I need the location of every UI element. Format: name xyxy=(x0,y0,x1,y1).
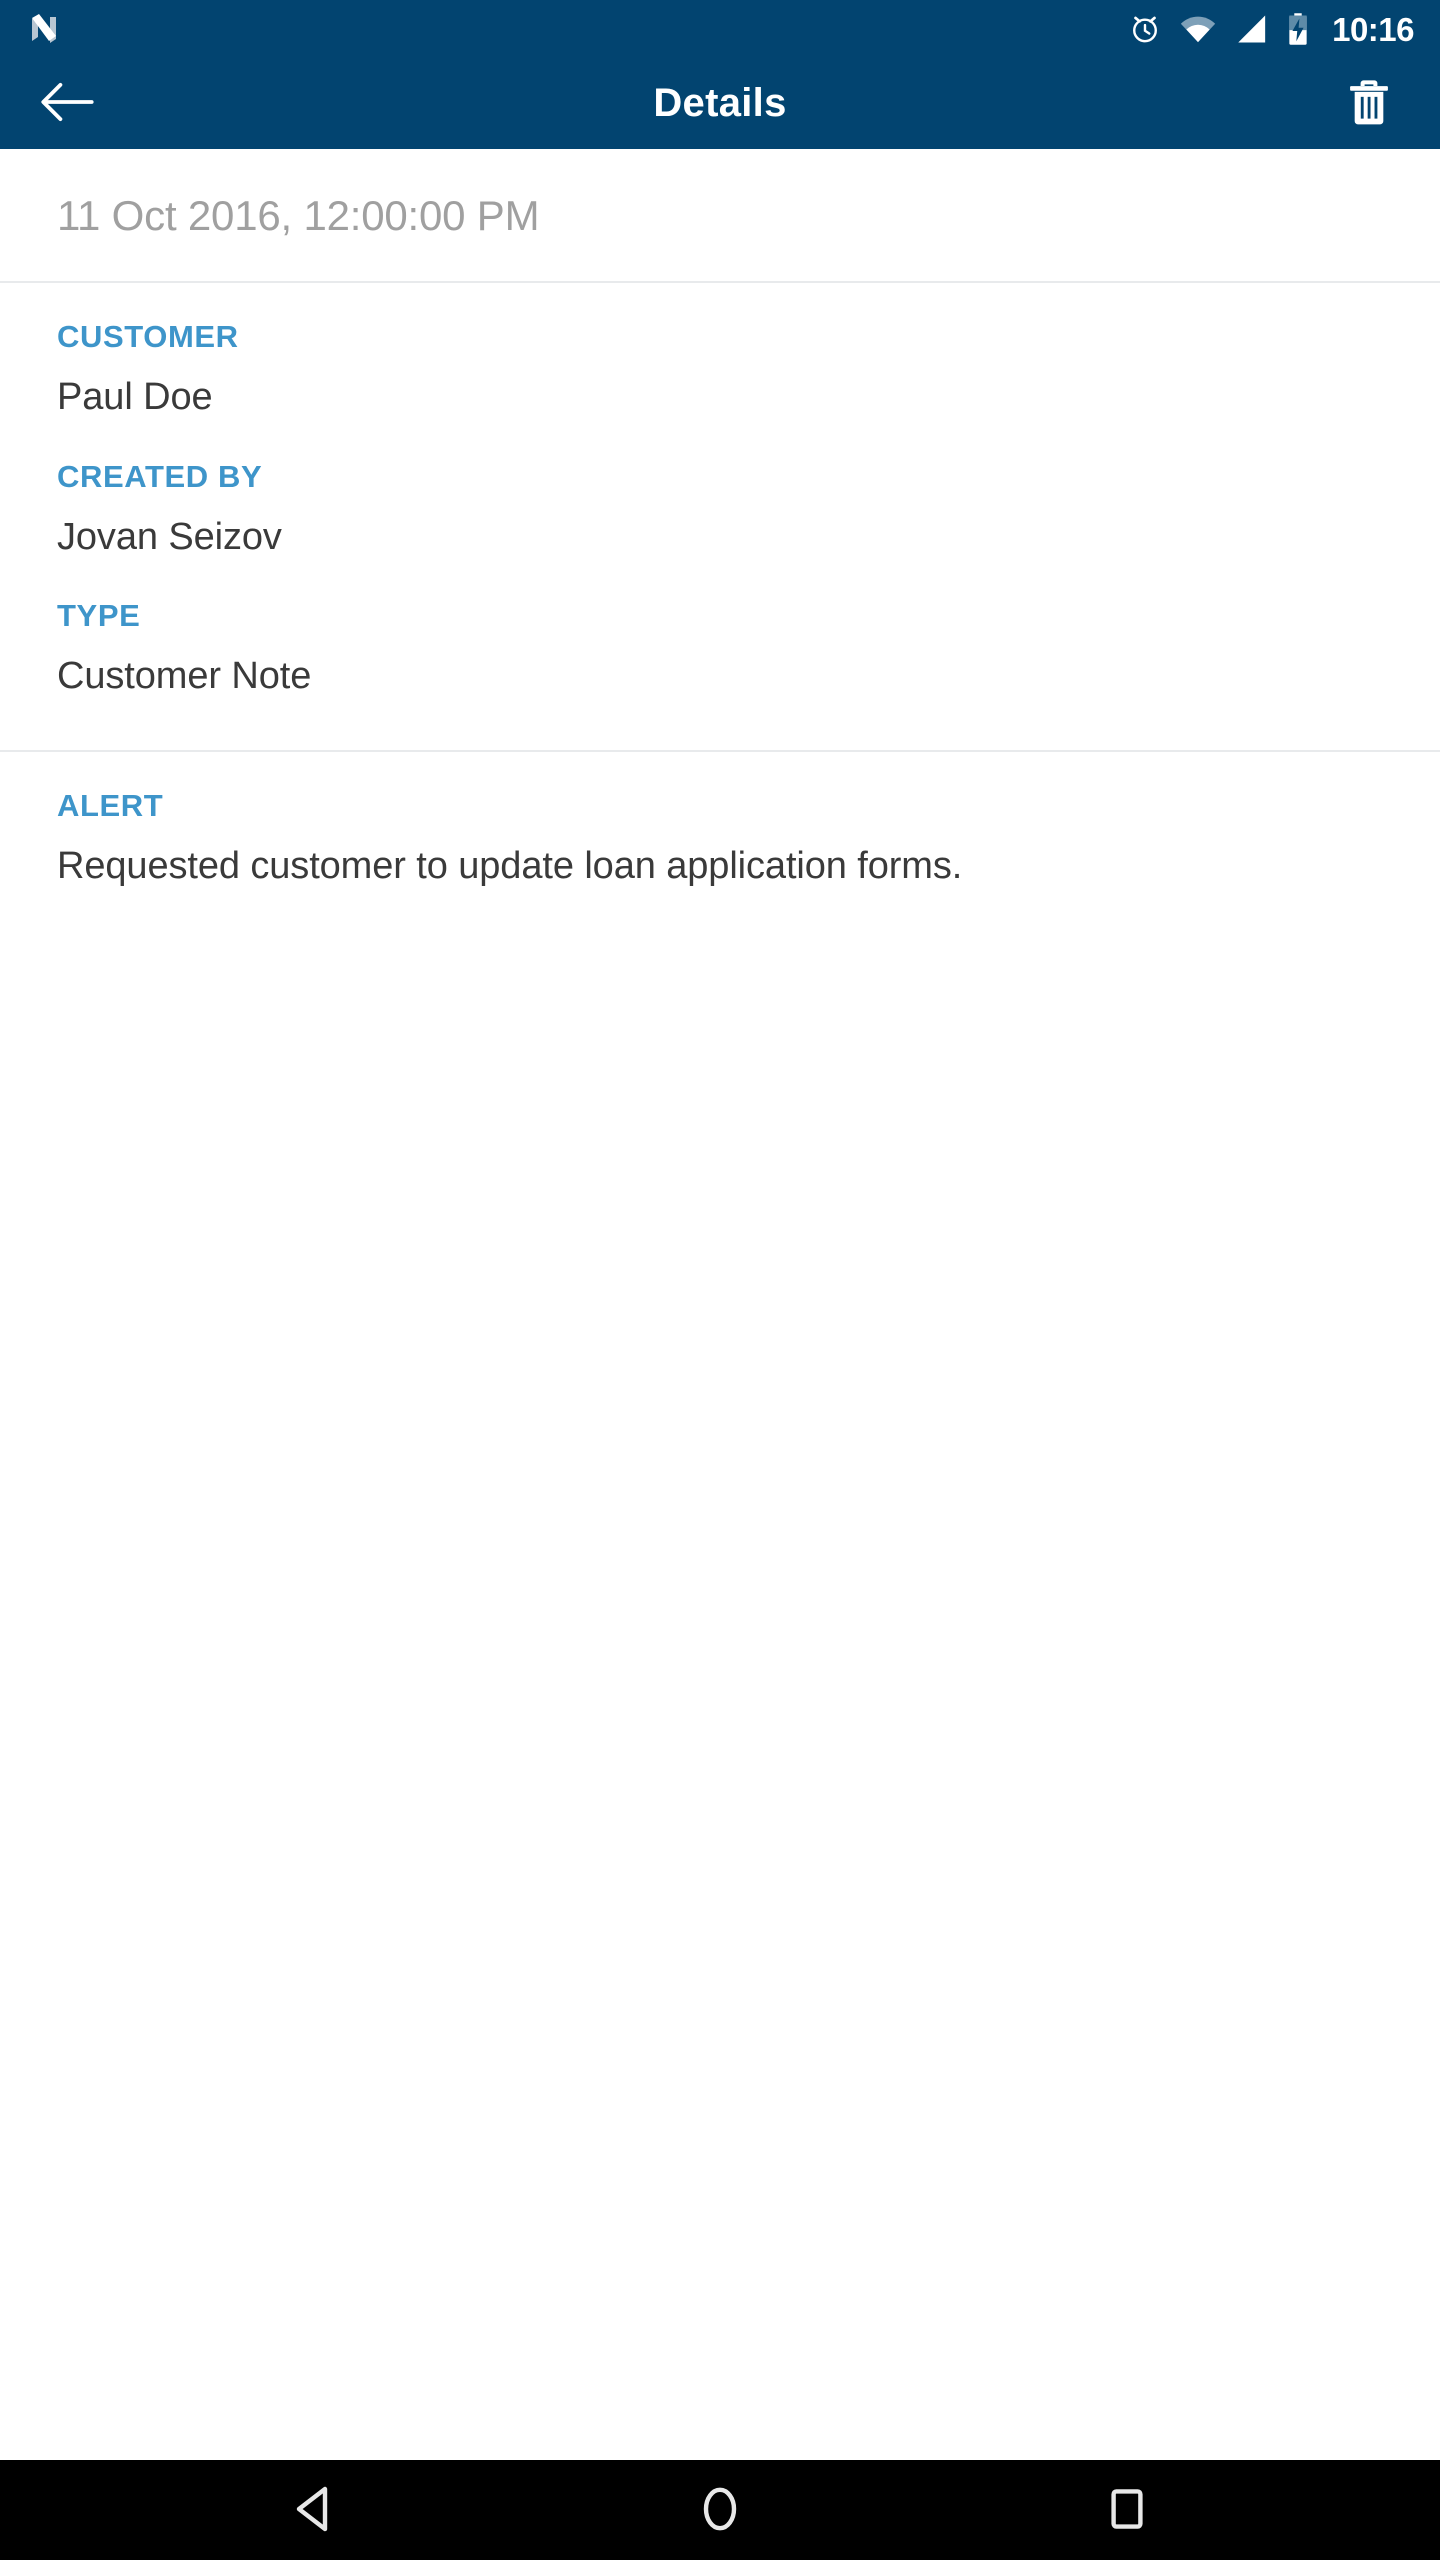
field-customer: CUSTOMER Paul Doe xyxy=(57,283,1383,423)
field-label: CREATED BY xyxy=(57,458,263,494)
nav-back-icon xyxy=(291,2485,335,2536)
details-content: 11 Oct 2016, 12:00:00 PM CUSTOMER Paul D… xyxy=(0,149,1440,2460)
android-navigation-bar xyxy=(0,2460,1440,2560)
field-alert: ALERT Requested customer to update loan … xyxy=(57,752,1383,912)
details-field-group: CUSTOMER Paul Doe CREATED BY Jovan Seizo… xyxy=(0,283,1440,750)
app-bar: Details xyxy=(0,58,1440,149)
field-value: Requested customer to update loan applic… xyxy=(57,844,963,887)
back-button[interactable] xyxy=(30,67,104,141)
delete-button[interactable] xyxy=(1332,67,1406,141)
timestamp-value: 11 Oct 2016, 12:00:00 PM xyxy=(57,192,540,239)
status-bar-notifications xyxy=(24,9,64,49)
nav-home-icon xyxy=(700,2485,740,2536)
timestamp-row: 11 Oct 2016, 12:00:00 PM xyxy=(0,149,1440,281)
field-value: Customer Note xyxy=(57,655,312,698)
page-title: Details xyxy=(653,81,787,125)
field-value: Jovan Seizov xyxy=(57,515,282,558)
phone-screen: 10:16 Details 11 Oct 2016, 12:00:00 PM C… xyxy=(0,0,1440,2560)
nav-home-button[interactable] xyxy=(665,2460,775,2560)
android-nougat-logo-icon xyxy=(24,9,64,49)
field-label: ALERT xyxy=(57,787,164,823)
nav-back-button[interactable] xyxy=(258,2460,368,2560)
nav-recents-icon xyxy=(1109,2485,1145,2536)
field-created-by: CREATED BY Jovan Seizov xyxy=(57,423,1383,563)
status-bar-system-icons: 10:16 xyxy=(1128,12,1414,46)
alarm-icon xyxy=(1128,12,1162,46)
status-bar-clock: 10:16 xyxy=(1332,10,1414,48)
nav-recents-button[interactable] xyxy=(1072,2460,1182,2560)
field-type: TYPE Customer Note xyxy=(57,562,1383,712)
arrow-left-icon xyxy=(39,80,95,127)
field-label: TYPE xyxy=(57,598,141,634)
field-value: Paul Doe xyxy=(57,376,213,418)
trash-icon xyxy=(1348,78,1390,129)
wifi-icon xyxy=(1180,14,1216,44)
field-label: CUSTOMER xyxy=(57,319,239,354)
battery-charging-icon xyxy=(1286,12,1310,46)
status-bar: 10:16 xyxy=(0,0,1440,58)
alert-section: ALERT Requested customer to update loan … xyxy=(0,752,1440,912)
cellular-signal-icon xyxy=(1234,14,1268,44)
